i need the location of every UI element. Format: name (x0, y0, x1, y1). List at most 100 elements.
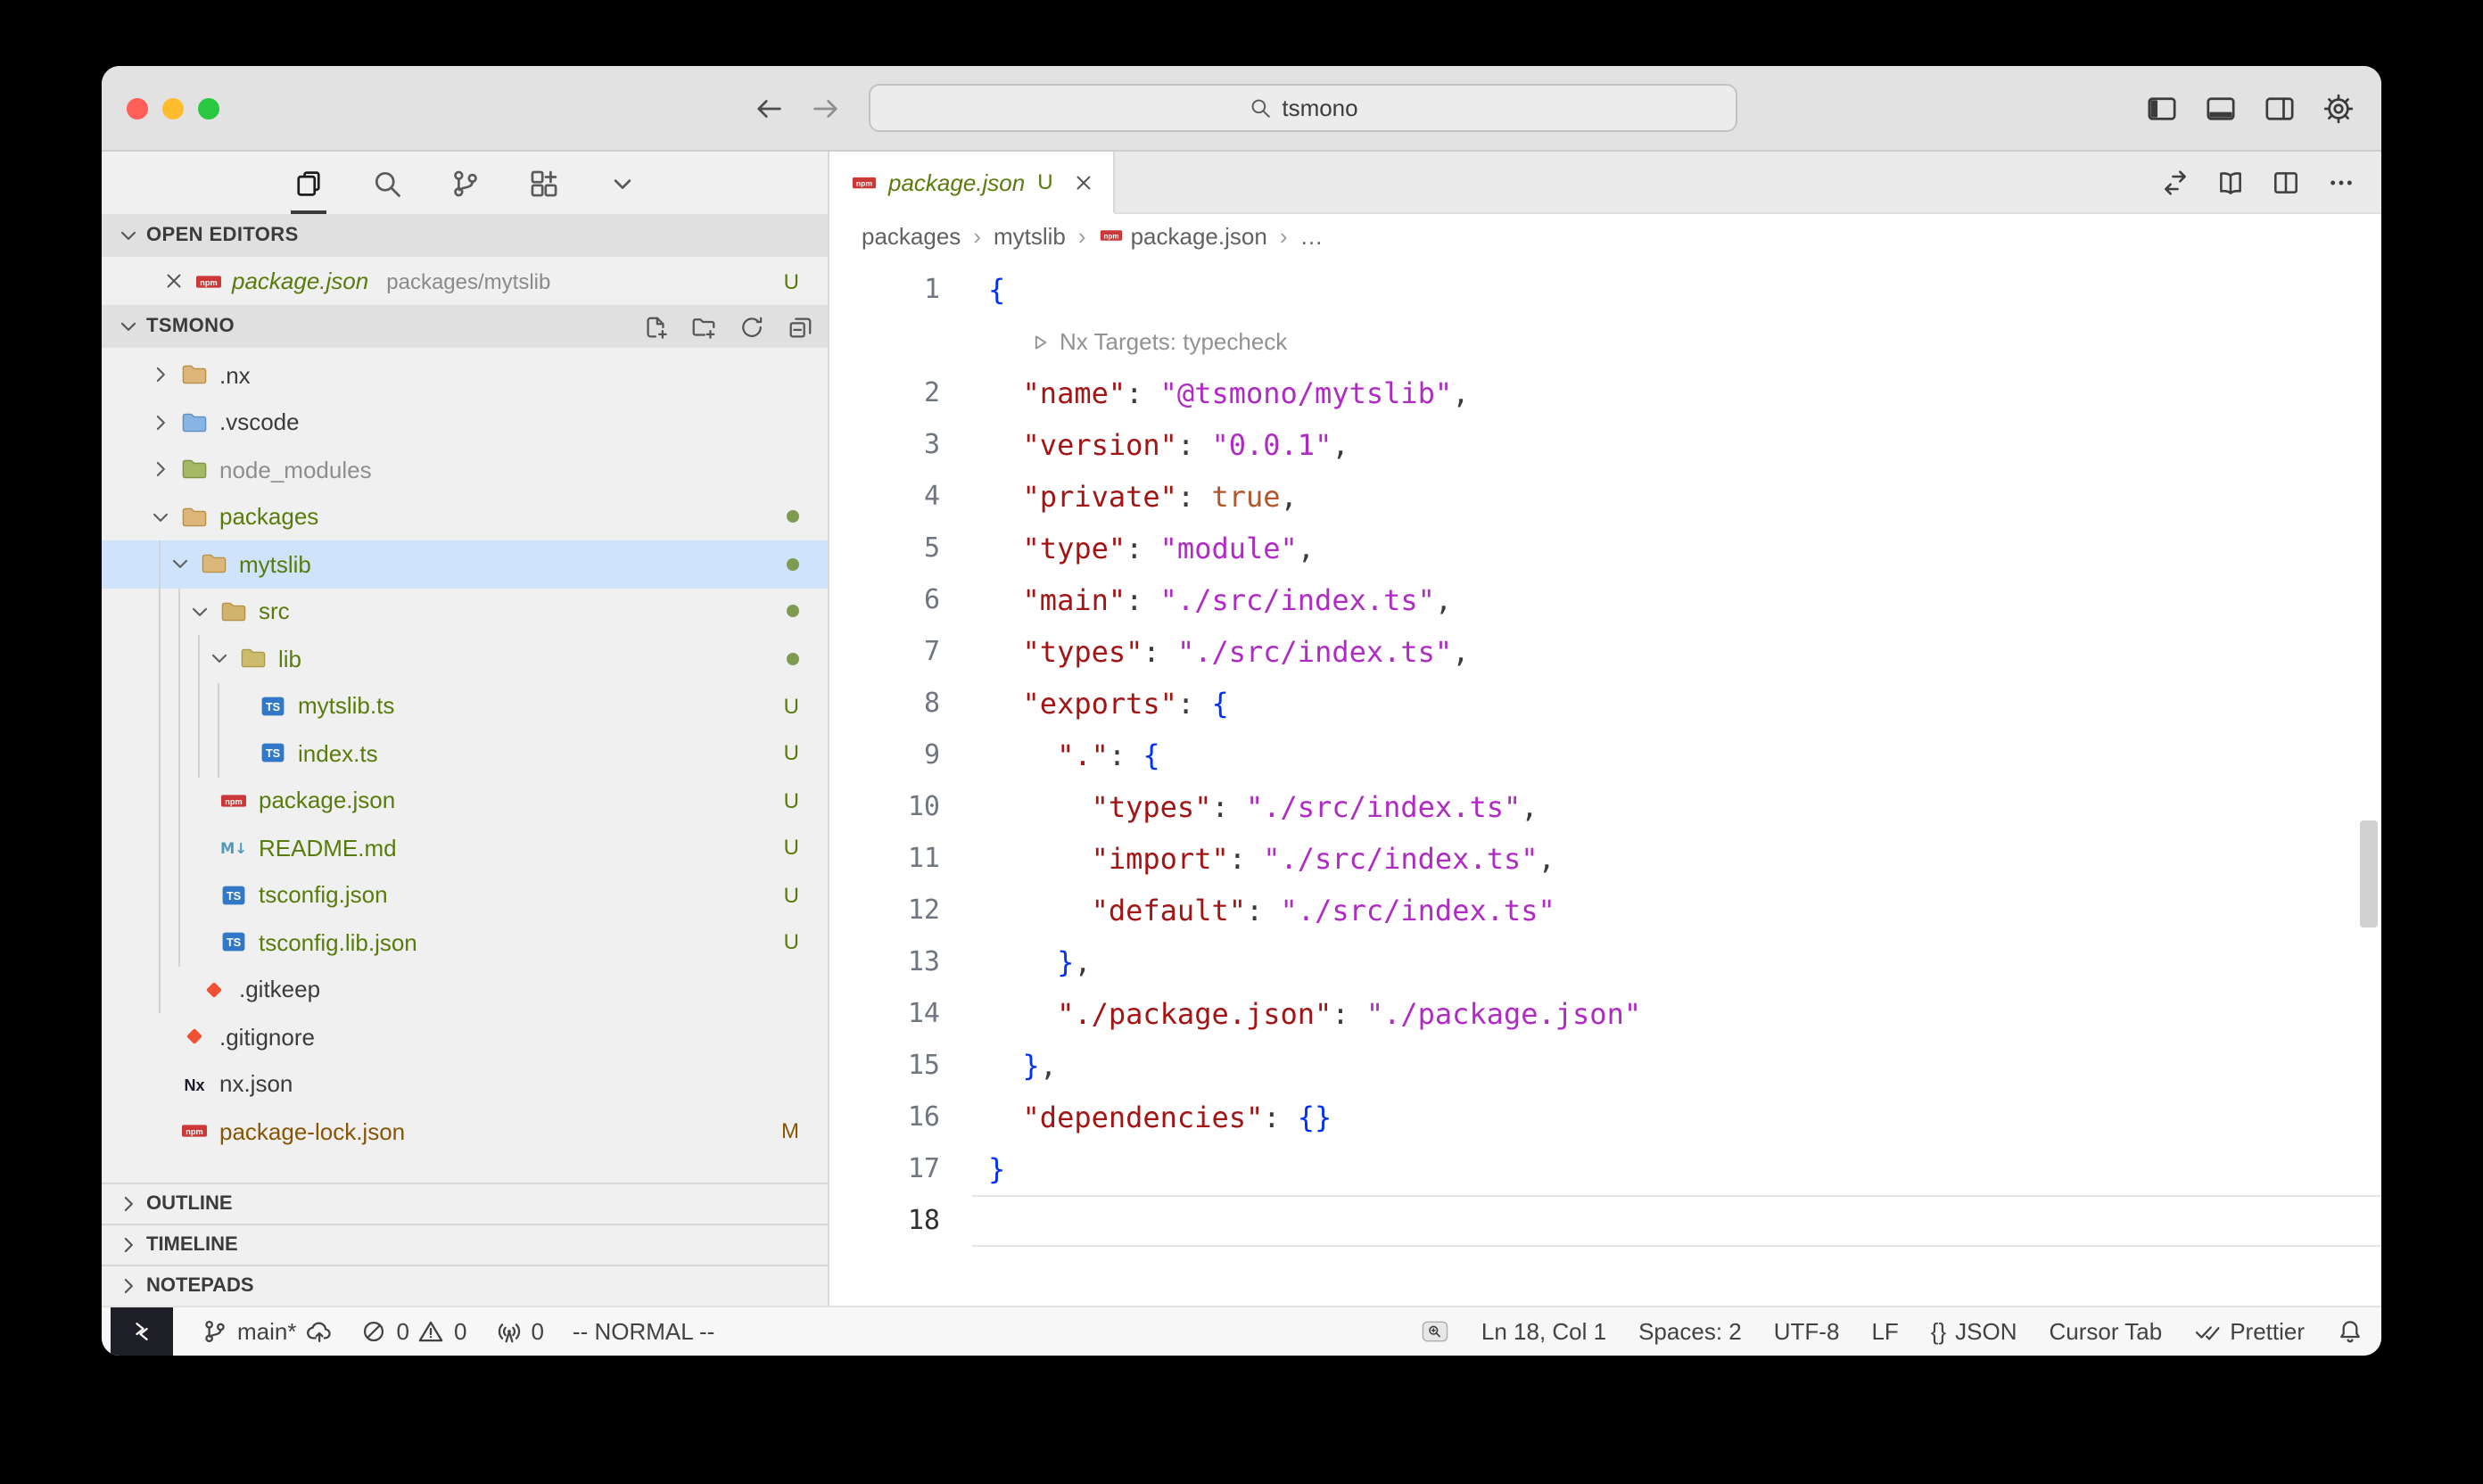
tree-item-.gitkeep[interactable]: .gitkeep (102, 966, 828, 1013)
status-cursor-tab[interactable]: Cursor Tab (2050, 1307, 2163, 1356)
status-eol[interactable]: LF (1871, 1307, 1898, 1356)
open-editor-item[interactable]: npmpackage.jsonpackages/mytslibU (102, 257, 828, 305)
radio-tower-icon (495, 1318, 522, 1345)
close-window-button[interactable] (127, 98, 148, 120)
code-line-3[interactable]: 3 "version": "0.0.1", (829, 419, 2381, 471)
code-line-9[interactable]: 9 ".": { (829, 730, 2381, 781)
status-problems[interactable]: 00 (361, 1307, 467, 1356)
codelens-line[interactable]: Nx Targets: typecheck (829, 316, 2381, 367)
chevron-right-icon[interactable] (148, 410, 180, 435)
tree-item-node_modules[interactable]: node_modules (102, 446, 828, 493)
chevron-right-icon[interactable] (148, 363, 180, 388)
collapse-all-icon[interactable] (787, 313, 813, 340)
chevron-down-icon[interactable] (148, 505, 180, 530)
command-center[interactable]: tsmono (869, 84, 1737, 132)
back-arrow-icon[interactable] (753, 93, 785, 125)
chevron-down-icon[interactable] (168, 552, 200, 577)
status-notifications[interactable] (2337, 1307, 2363, 1356)
new-folder-icon[interactable] (690, 313, 717, 340)
layout-panel-icon[interactable] (2205, 93, 2237, 125)
code-line-8[interactable]: 8 "exports": { (829, 678, 2381, 730)
status-branch[interactable]: main* (202, 1307, 333, 1356)
chevron-right-icon[interactable] (148, 458, 180, 482)
tree-item-mytslib[interactable]: mytslib (102, 540, 828, 588)
chevron-down-icon[interactable] (207, 647, 239, 672)
zoom-window-button[interactable] (198, 98, 219, 120)
section-outline[interactable]: OUTLINE (102, 1183, 828, 1224)
code-line-1[interactable]: 1{ (829, 264, 2381, 316)
close-tab-icon[interactable] (1073, 170, 1096, 194)
close-icon[interactable] (162, 269, 186, 293)
tree-item-nx.json[interactable]: Nxnx.json (102, 1060, 828, 1108)
git-badge: U (784, 268, 799, 293)
tree-item-.gitignore[interactable]: .gitignore (102, 1013, 828, 1060)
refresh-icon[interactable] (738, 313, 765, 340)
status-indentation[interactable]: Spaces: 2 (1638, 1307, 1742, 1356)
line-number: 17 (829, 1143, 940, 1195)
status-ports[interactable]: 0 (495, 1307, 543, 1356)
scrollbar-thumb[interactable] (2360, 820, 2378, 928)
layout-sidebar-left-icon[interactable] (2146, 93, 2178, 125)
code-line-12[interactable]: 12 "default": "./src/index.ts" (829, 885, 2381, 936)
tree-item-packages[interactable]: packages (102, 493, 828, 540)
minimize-window-button[interactable] (162, 98, 184, 120)
activity-search[interactable] (370, 152, 402, 214)
code-line-2[interactable]: 2 "name": "@tsmono/mytslib", (829, 367, 2381, 419)
code-line-10[interactable]: 10 "types": "./src/index.ts", (829, 781, 2381, 833)
code-line-11[interactable]: 11 "import": "./src/index.ts", (829, 833, 2381, 885)
tree-item-package.json[interactable]: npmpackage.jsonU (102, 777, 828, 824)
more-actions-icon[interactable] (2326, 167, 2356, 197)
code-line-14[interactable]: 14 "./package.json": "./package.json" (829, 988, 2381, 1040)
activity-explorer[interactable] (292, 152, 324, 214)
status-encoding[interactable]: UTF-8 (1774, 1307, 1840, 1356)
breadcrumb-item[interactable]: … (1300, 222, 1324, 249)
chevron-down-icon[interactable] (187, 599, 219, 624)
status-formatter[interactable]: Prettier (2194, 1307, 2305, 1356)
diff-icon[interactable] (2160, 167, 2190, 197)
status-zoom[interactable] (1423, 1307, 1449, 1356)
open-editors-header[interactable]: OPEN EDITORS (102, 214, 828, 257)
breadcrumb-item[interactable]: mytslib (994, 222, 1066, 249)
code-line-13[interactable]: 13 }, (829, 936, 2381, 988)
tree-item-src[interactable]: src (102, 588, 828, 635)
tree-item-lib[interactable]: lib (102, 635, 828, 682)
code-line-5[interactable]: 5 "type": "module", (829, 523, 2381, 574)
tree-item-README.md[interactable]: M↓README.mdU (102, 824, 828, 871)
code-line-4[interactable]: 4 "private": true, (829, 471, 2381, 523)
status-vim-mode[interactable]: -- NORMAL -- (573, 1307, 714, 1356)
code-editor[interactable]: 1{Nx Targets: typecheck2 "name": "@tsmon… (829, 257, 2381, 1306)
new-file-icon[interactable] (642, 313, 669, 340)
codelens-action[interactable]: Nx Targets: typecheck (1029, 316, 1287, 367)
tree-item-mytslib.ts[interactable]: TSmytslib.tsU (102, 682, 828, 730)
code-line-6[interactable]: 6 "main": "./src/index.ts", (829, 574, 2381, 626)
split-editor-icon[interactable] (2271, 167, 2301, 197)
line-number: 11 (829, 833, 940, 885)
activity-extensions[interactable] (527, 152, 559, 214)
section-notepads[interactable]: NOTEPADS (102, 1265, 828, 1306)
settings-gear-icon[interactable] (2322, 93, 2355, 125)
tree-item-tsconfig.lib.json[interactable]: TStsconfig.lib.jsonU (102, 919, 828, 966)
section-timeline[interactable]: TIMELINE (102, 1224, 828, 1265)
breadcrumb-item[interactable]: packages (862, 222, 961, 249)
activity-more-views[interactable] (606, 152, 638, 214)
code-line-15[interactable]: 15 }, (829, 1040, 2381, 1092)
layout-sidebar-right-icon[interactable] (2264, 93, 2296, 125)
code-line-18[interactable]: 18 (829, 1195, 2381, 1247)
tree-item-.nx[interactable]: .nx (102, 351, 828, 399)
code-line-17[interactable]: 17} (829, 1143, 2381, 1195)
tree-item-.vscode[interactable]: .vscode (102, 399, 828, 446)
explorer-section-header[interactable]: TSMONO (102, 305, 828, 348)
activity-source-control[interactable] (449, 152, 481, 214)
forward-arrow-icon[interactable] (810, 93, 842, 125)
code-line-7[interactable]: 7 "types": "./src/index.ts", (829, 626, 2381, 678)
status-cursor-position[interactable]: Ln 18, Col 1 (1481, 1307, 1606, 1356)
breadcrumb-item[interactable]: npmpackage.json (1099, 222, 1267, 249)
status-language-mode[interactable]: {}JSON (1931, 1307, 2017, 1356)
tree-item-package-lock.json[interactable]: npmpackage-lock.jsonM (102, 1108, 828, 1155)
tab-package-json[interactable]: npm package.json U (829, 152, 1116, 214)
tree-item-tsconfig.json[interactable]: TStsconfig.jsonU (102, 871, 828, 919)
preview-icon[interactable] (2215, 167, 2246, 197)
tree-item-index.ts[interactable]: TSindex.tsU (102, 730, 828, 777)
code-line-16[interactable]: 16 "dependencies": {} (829, 1092, 2381, 1143)
status-remote[interactable] (111, 1307, 173, 1356)
